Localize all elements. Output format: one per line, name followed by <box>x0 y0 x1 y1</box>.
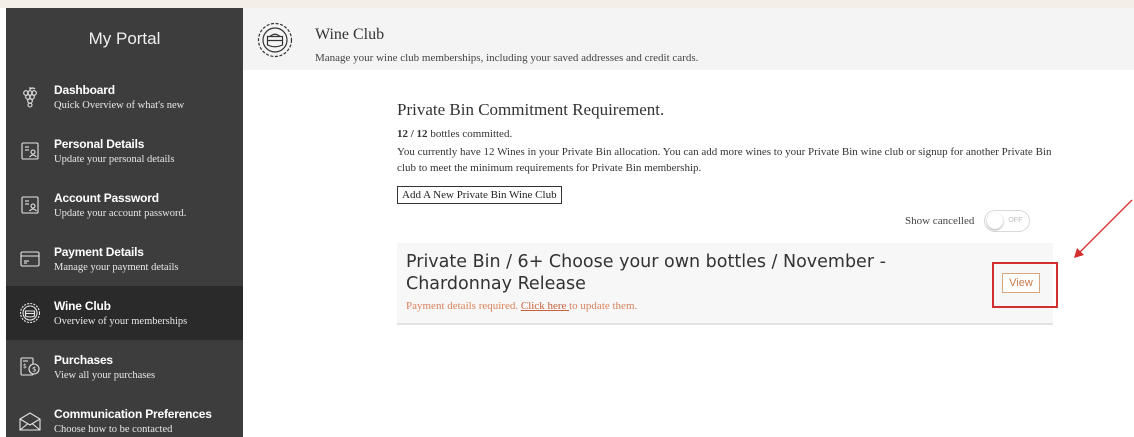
sidebar-item-payment-details[interactable]: Payment Details Manage your payment deta… <box>6 232 243 286</box>
wine-club-icon <box>257 22 293 58</box>
wine-club-icon <box>6 302 54 324</box>
sidebar-item-title: Personal Details <box>54 137 145 151</box>
top-strip <box>0 0 1134 8</box>
commitment-count: 12 / 12 <box>397 128 428 140</box>
sidebar-item-title: Communication Preferences <box>54 407 212 421</box>
commitment-section: Private Bin Commitment Requirement. 12 /… <box>397 100 1057 204</box>
svg-text:$: $ <box>23 363 27 370</box>
toggle-state-label: OFF <box>1008 217 1023 224</box>
sidebar-item-title: Account Password <box>54 191 159 205</box>
sidebar-item-dashboard[interactable]: Dashboard Quick Overview of what's new <box>6 70 243 124</box>
id-card-icon <box>6 196 54 214</box>
sidebar-item-title: Purchases <box>54 353 113 367</box>
sidebar-item-wine-club[interactable]: Wine Club Overview of your memberships <box>6 286 243 340</box>
commitment-description: You currently have 12 Wines in your Priv… <box>397 146 1052 174</box>
sidebar-item-subtitle: Overview of your memberships <box>54 316 188 327</box>
add-private-bin-button[interactable]: Add A New Private Bin Wine Club <box>397 186 562 204</box>
commitment-suffix: bottles committed. <box>427 128 513 140</box>
sidebar-item-subtitle: Choose how to be contacted <box>54 424 173 435</box>
sidebar-item-account-password[interactable]: Account Password Update your account pas… <box>6 178 243 232</box>
page-header: Wine Club Manage your wine club membersh… <box>243 8 1134 70</box>
annotation-highlight-box <box>992 262 1058 308</box>
sidebar-item-communication-preferences[interactable]: Communication Preferences Choose how to … <box>6 394 243 437</box>
sidebar-item-subtitle: View all your purchases <box>54 370 156 381</box>
portal-title: My Portal <box>88 29 161 48</box>
envelope-icon <box>6 411 54 431</box>
show-cancelled-label: Show cancelled <box>905 215 975 227</box>
sidebar-item-title: Wine Club <box>54 299 111 313</box>
sidebar-item-title: Dashboard <box>54 83 115 97</box>
payment-warning-prefix: Payment details required. <box>406 300 521 312</box>
svg-text:$: $ <box>32 366 36 374</box>
id-card-icon <box>6 142 54 160</box>
sidebar-item-purchases[interactable]: $ $ Purchases View all your purchases <box>6 340 243 394</box>
sidebar-item-title: Payment Details <box>54 245 144 259</box>
sidebar: My Portal Dashboard Quick Overview of wh… <box>6 8 243 437</box>
sidebar-item-subtitle: Update your personal details <box>54 154 175 165</box>
payment-warning: Payment details required. Click here to … <box>406 300 637 312</box>
show-cancelled-control: Show cancelled OFF <box>905 210 1031 232</box>
receipt-icon: $ $ <box>6 357 54 377</box>
page-subtitle: Manage your wine club memberships, inclu… <box>315 52 699 64</box>
toggle-knob <box>987 213 1004 229</box>
credit-card-icon <box>6 251 54 267</box>
show-cancelled-toggle[interactable]: OFF <box>984 210 1031 232</box>
sidebar-item-personal-details[interactable]: Personal Details Update your personal de… <box>6 124 243 178</box>
grapes-icon <box>6 86 54 108</box>
sidebar-item-subtitle: Update your account password. <box>54 208 187 219</box>
update-payment-link[interactable]: Click here <box>521 300 569 312</box>
sidebar-item-subtitle: Manage your payment details <box>54 262 179 273</box>
section-title: Private Bin Commitment Requirement. <box>397 100 665 119</box>
membership-card: Private Bin / 6+ Choose your own bottles… <box>397 243 1053 325</box>
commitment-status: 12 / 12 bottles committed. <box>397 128 1057 140</box>
sidebar-item-subtitle: Quick Overview of what's new <box>54 100 185 111</box>
payment-warning-suffix: to update them. <box>569 300 638 312</box>
page-title: Wine Club <box>315 26 385 43</box>
membership-title: Private Bin / 6+ Choose your own bottles… <box>406 252 886 294</box>
